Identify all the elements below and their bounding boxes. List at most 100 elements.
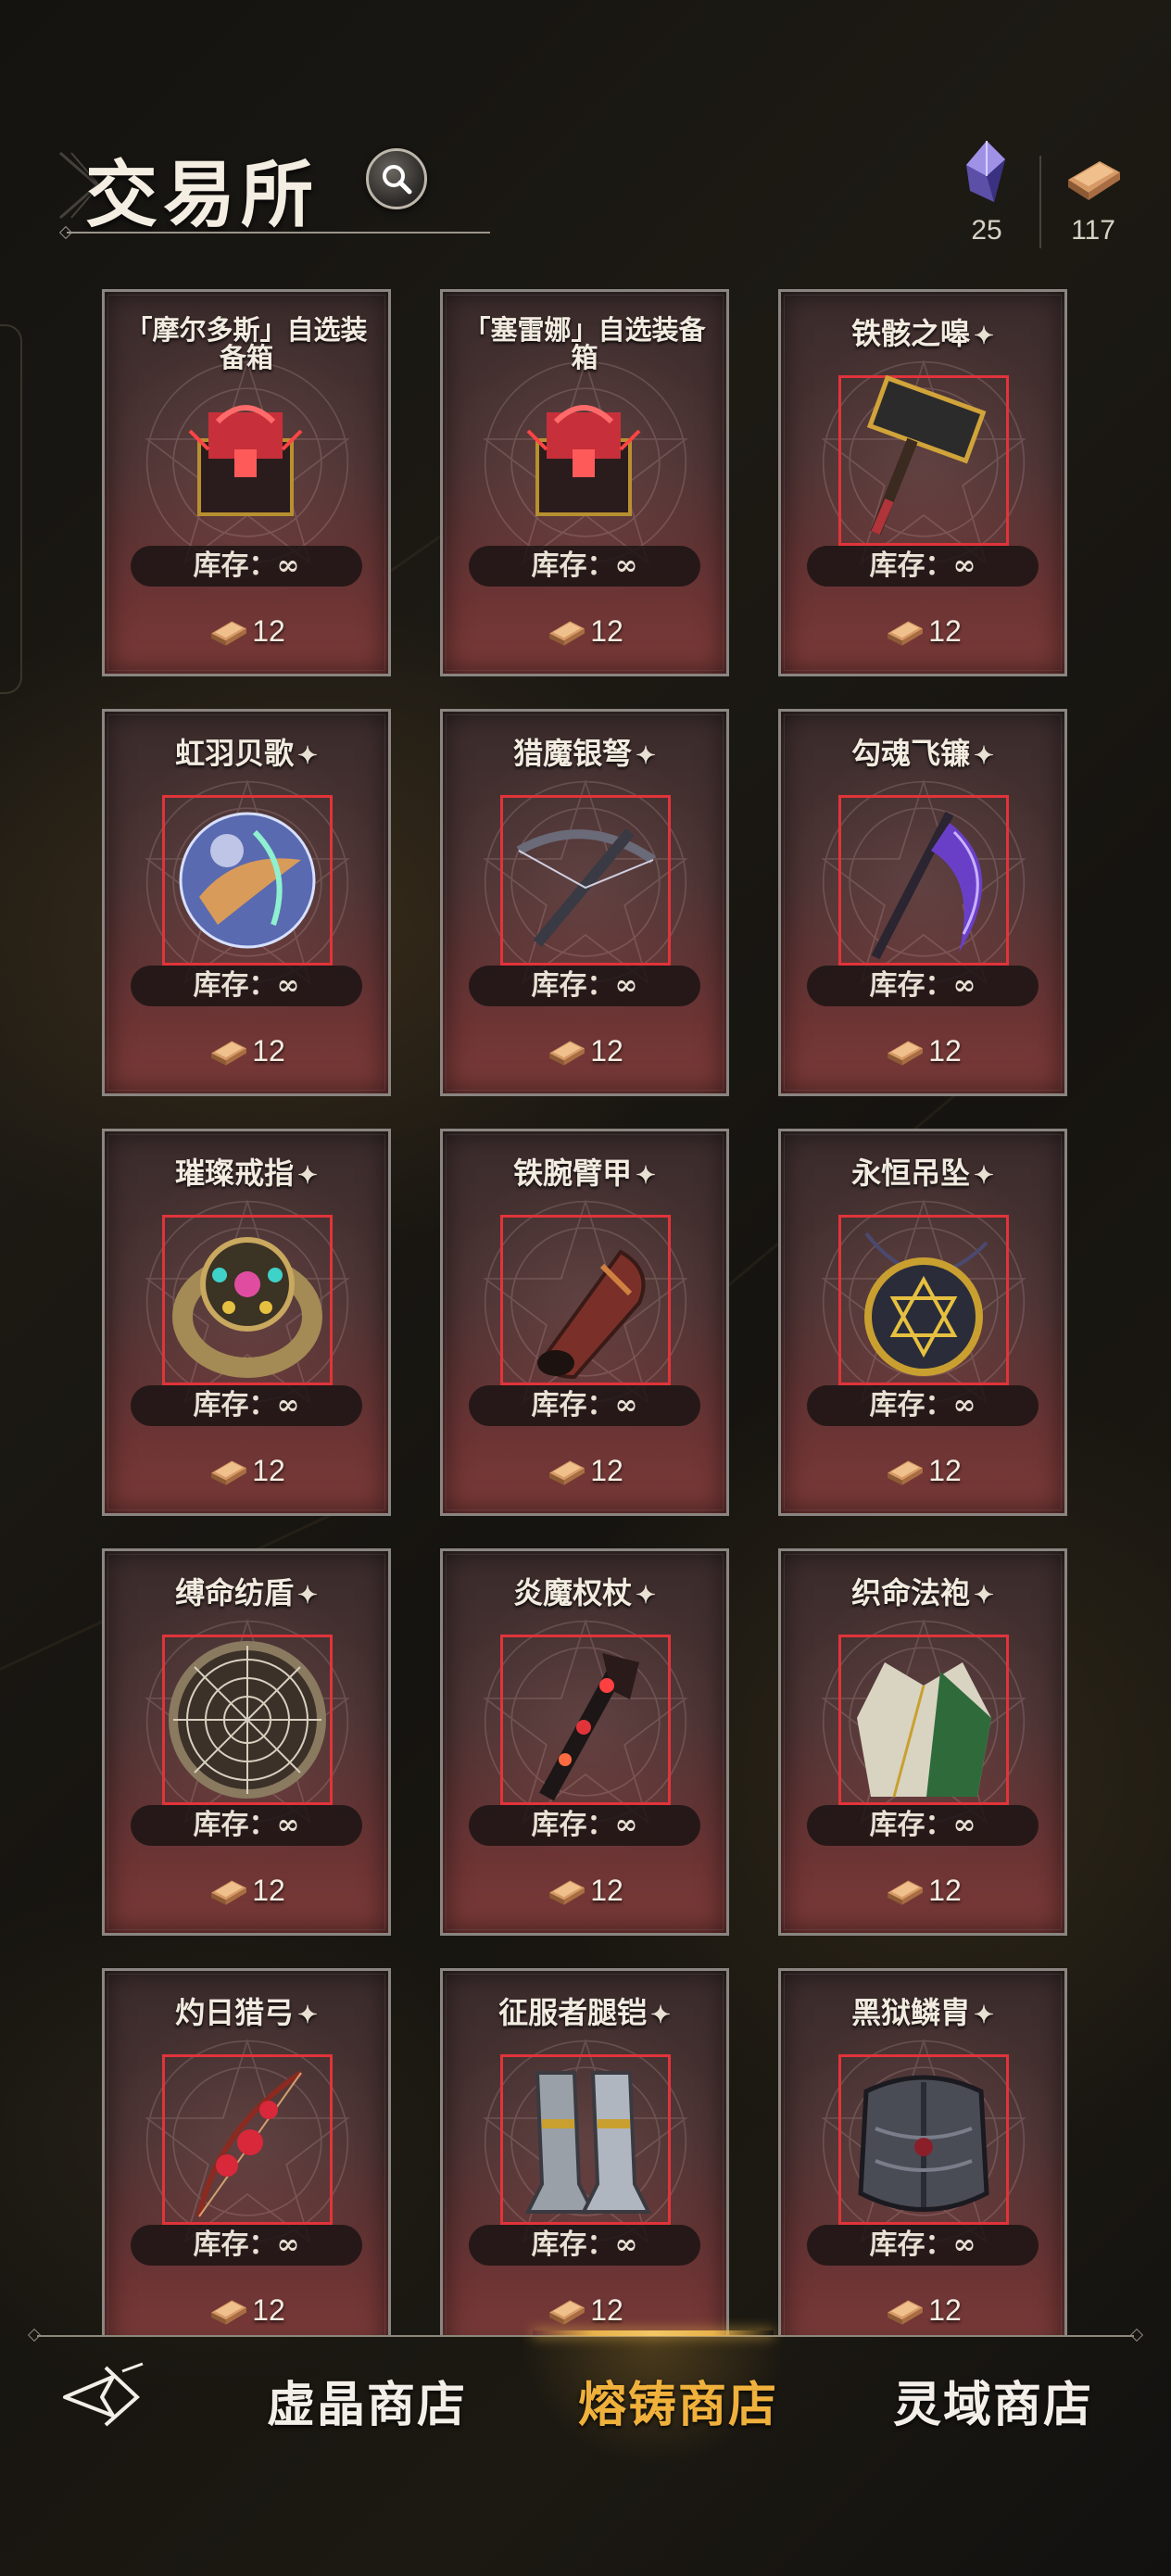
item-stock: 库存：∞ [469, 1385, 700, 1426]
shop-item-card[interactable]: 征服者腿铠 ✦ 库存：∞ 12 [440, 1968, 729, 2337]
item-name-text: 璀璨戒指 [175, 1155, 295, 1191]
ingot-icon [1068, 161, 1120, 200]
item-name-text: 猎魔银弩 [513, 736, 633, 771]
item-price-value: 12 [590, 1874, 623, 1907]
item-name: 虹羽贝歌 ✦ [114, 739, 379, 770]
shop-item-card[interactable]: 「塞雷娜」自选装备箱库存：∞ 12 [440, 289, 729, 676]
ingot-icon [211, 1880, 247, 1905]
crossbow-icon [516, 828, 656, 947]
item-price: 12 [443, 614, 726, 649]
star-icon: ✦ [974, 2001, 994, 2029]
item-name-text: 织命法袍 [851, 1575, 971, 1610]
item-name-text: 灼日猎弓 [175, 1995, 295, 2030]
shop-item-card[interactable]: 黑狱鳞胄 ✦ 库存：∞ 12 [778, 1968, 1067, 2337]
shop-item-card[interactable]: 铁腕臂甲 ✦ 库存：∞ 12 [440, 1129, 729, 1516]
pendant-icon [864, 1231, 988, 1376]
item-price: 12 [105, 1874, 388, 1908]
item-grid: 「摩尔多斯」自选装备箱 库存：∞ 12 「塞雷娜」自选装备箱 库存：∞ 12 铁骸之嗥 ✦ 库存… [102, 289, 1067, 2337]
item-name: 征服者腿铠 ✦ [452, 1998, 717, 2029]
page-title: 交易所 [85, 153, 320, 237]
item-price: 12 [105, 2293, 388, 2328]
item-price: 12 [443, 1874, 726, 1908]
item-price: 12 [105, 614, 388, 649]
item-name-text: 炎魔权杖 [513, 1575, 633, 1610]
star-icon: ✦ [297, 742, 318, 770]
item-stock: 库存：∞ [469, 2225, 700, 2266]
shop-item-card[interactable]: 「摩尔多斯」自选装备箱库存：∞ 12 [102, 289, 391, 676]
item-name: 璀璨戒指 ✦ [114, 1158, 379, 1190]
star-icon: ✦ [297, 1162, 318, 1190]
shop-item-card[interactable]: 织命法袍 ✦ 库存：∞ 12 [778, 1548, 1067, 1936]
item-price: 12 [443, 2293, 726, 2328]
item-stock: 库存：∞ [131, 1385, 362, 1426]
item-price-value: 12 [252, 1034, 285, 1067]
ingot-icon [888, 1880, 924, 1905]
shop-item-card[interactable]: 铁骸之嗥 ✦ 库存：∞ 12 [778, 289, 1067, 676]
item-stock: 库存：∞ [131, 966, 362, 1006]
item-price-value: 12 [928, 1454, 962, 1487]
ingot-icon [211, 2300, 247, 2325]
bracer-icon [537, 1249, 646, 1380]
ingot-icon [888, 621, 924, 646]
item-stock: 库存：∞ [807, 546, 1039, 587]
ingot-icon [549, 1041, 586, 1066]
item-name-text: 铁腕臂甲 [513, 1155, 633, 1191]
search-button[interactable] [366, 148, 427, 209]
star-icon: ✦ [974, 742, 994, 770]
star-icon: ✦ [297, 1582, 318, 1610]
ingot-count: 117 [1071, 215, 1115, 246]
side-drawer-handle[interactable] [0, 324, 22, 694]
shop-item-card[interactable]: 灼日猎弓 ✦ 库存：∞ 12 [102, 1968, 391, 2337]
red-chest-icon [526, 405, 641, 516]
star-icon: ✦ [636, 742, 656, 770]
hammer-icon [866, 375, 987, 536]
header-divider [67, 232, 490, 234]
star-icon: ✦ [974, 1582, 994, 1610]
shop-item-card[interactable]: 缚命纺盾 ✦ 库存：∞ 12 [102, 1548, 391, 1936]
item-price-value: 12 [928, 1874, 962, 1907]
item-name: 黑狱鳞胄 ✦ [790, 1998, 1055, 2029]
item-price-value: 12 [590, 1034, 623, 1067]
ingot-icon [211, 621, 247, 646]
orb-icon [179, 812, 316, 949]
item-price-value: 12 [590, 1454, 623, 1487]
item-price-value: 12 [252, 2293, 285, 2327]
item-name-text: 征服者腿铠 [498, 1995, 648, 2030]
item-price: 12 [105, 1034, 388, 1068]
shop-item-card[interactable]: 虹羽贝歌 ✦ 库存：∞ 12 [102, 709, 391, 1096]
item-name: 织命法袍 ✦ [790, 1578, 1055, 1610]
item-price-value: 12 [928, 2293, 962, 2327]
item-name: 猎魔银弩 ✦ [452, 739, 717, 770]
shop-item-card[interactable]: 勾魂飞镰 ✦ 库存：∞ 12 [778, 709, 1067, 1096]
tab-crystal-shop[interactable]: 虚晶商店 [267, 2366, 467, 2435]
item-name: 「塞雷娜」自选装备箱 [452, 316, 717, 372]
tab-forge-shop[interactable]: 熔铸商店 [578, 2366, 778, 2435]
item-price: 12 [443, 1454, 726, 1488]
shop-item-card[interactable]: 永恒吊坠 ✦ 库存：∞ 12 [778, 1129, 1067, 1516]
active-tab-indicator [533, 2330, 774, 2336]
currency-crystal[interactable]: 25 [945, 139, 1028, 246]
ingot-icon [211, 1460, 247, 1485]
back-button[interactable] [57, 2358, 150, 2432]
currency-ingot[interactable]: 117 [1051, 139, 1135, 246]
item-stock: 库存：∞ [469, 1805, 700, 1846]
shop-item-card[interactable]: 璀璨戒指 ✦ 库存：∞ 12 [102, 1129, 391, 1516]
item-name-text: 「摩尔多斯」自选装备箱 [125, 314, 368, 373]
shop-item-card[interactable]: 炎魔权杖 ✦ 库存：∞ 12 [440, 1548, 729, 1936]
item-stock: 库存：∞ [131, 546, 362, 587]
item-price: 12 [781, 1874, 1064, 1908]
item-name-text: 黑狱鳞胄 [851, 1995, 971, 2030]
search-icon [383, 165, 412, 195]
item-name-text: 「塞雷娜」自选装备箱 [463, 314, 706, 373]
item-name: 灼日猎弓 ✦ [114, 1998, 379, 2029]
item-price-value: 12 [928, 614, 962, 648]
tab-spirit-shop[interactable]: 灵域商店 [893, 2366, 1093, 2435]
item-price: 12 [781, 614, 1064, 649]
crystal-icon [966, 141, 1005, 202]
ingot-icon [549, 2300, 586, 2325]
shop-item-card[interactable]: 猎魔银弩 ✦ 库存：∞ 12 [440, 709, 729, 1096]
item-price-value: 12 [252, 1454, 285, 1487]
item-price: 12 [781, 1454, 1064, 1488]
item-name-text: 勾魂飞镰 [851, 736, 971, 771]
item-stock: 库存：∞ [469, 546, 700, 587]
